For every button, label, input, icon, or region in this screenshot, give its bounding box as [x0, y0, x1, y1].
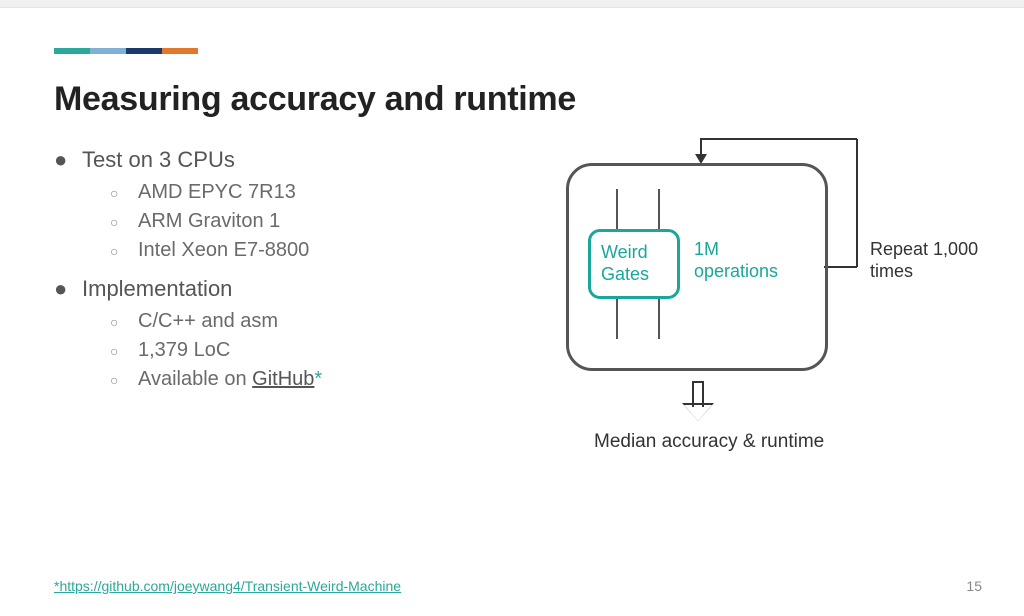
footnote-link[interactable]: *https://github.com/joeywang4/Transient-…: [54, 578, 401, 594]
circle-icon: ○: [110, 214, 138, 230]
list-item: ○AMD EPYC 7R13: [110, 181, 524, 204]
page-number: 15: [966, 578, 982, 594]
outline-arrow-down-icon: [686, 381, 710, 421]
list-item: ○1,379 LoC: [110, 339, 524, 362]
repeat-label: Repeat 1,000 times: [870, 239, 978, 282]
accent-seg-navy: [126, 48, 162, 54]
diagram: Weird Gates 1M operations Repeat 1,000 t…: [554, 139, 984, 469]
bullet-impl: ● Implementation ○C/C++ and asm ○1,379 L…: [54, 276, 524, 391]
weird-gates-l1: Weird: [601, 242, 677, 264]
impl-github-row: Available on GitHub*: [138, 368, 322, 391]
loop-wire: [700, 138, 857, 140]
repeat-l2: times: [870, 261, 978, 283]
github-asterisk: *: [314, 368, 322, 390]
loop-wire: [824, 266, 857, 268]
list-item: ○ Available on GitHub*: [110, 368, 524, 391]
circle-icon: ○: [110, 185, 138, 201]
median-label: Median accuracy & runtime: [594, 431, 824, 453]
wire: [616, 299, 618, 339]
slide-title: Measuring accuracy and runtime: [54, 80, 970, 119]
impl-item-label: C/C++ and asm: [138, 310, 278, 333]
accent-seg-teal: [54, 48, 90, 54]
accent-seg-orange: [162, 48, 198, 54]
slide: Measuring accuracy and runtime ● Test on…: [0, 48, 1024, 616]
bullet-cpus-label: Test on 3 CPUs: [82, 147, 235, 173]
impl-item-label: 1,379 LoC: [138, 339, 230, 362]
impl-github-prefix: Available on: [138, 368, 252, 390]
one-m-label: 1M operations: [694, 239, 778, 282]
diagram-column: Weird Gates 1M operations Repeat 1,000 t…: [544, 147, 970, 405]
circle-icon: ○: [110, 243, 138, 259]
circle-icon: ○: [110, 372, 138, 388]
weird-gates-l2: Gates: [601, 264, 677, 286]
loop-wire: [856, 139, 858, 267]
repeat-l1: Repeat 1,000: [870, 239, 978, 261]
wire: [658, 189, 660, 229]
bullet-dot-icon: ●: [54, 276, 82, 302]
bullet-column: ● Test on 3 CPUs ○AMD EPYC 7R13 ○ARM Gra…: [54, 147, 524, 405]
content-row: ● Test on 3 CPUs ○AMD EPYC 7R13 ○ARM Gra…: [54, 147, 970, 405]
github-link[interactable]: GitHub: [252, 368, 314, 390]
one-m-l1: 1M: [694, 239, 778, 261]
accent-bar: [54, 48, 198, 54]
list-item: ○C/C++ and asm: [110, 310, 524, 333]
list-item: ○ARM Graviton 1: [110, 210, 524, 233]
bullet-dot-icon: ●: [54, 147, 82, 173]
one-m-l2: operations: [694, 261, 778, 283]
bullet-impl-label: Implementation: [82, 276, 232, 302]
cpu-item-label: ARM Graviton 1: [138, 210, 280, 233]
wire: [658, 299, 660, 339]
accent-seg-lightblue: [90, 48, 126, 54]
circle-icon: ○: [110, 314, 138, 330]
circle-icon: ○: [110, 343, 138, 359]
cpu-item-label: Intel Xeon E7-8800: [138, 239, 309, 262]
browser-chrome-bar: [0, 0, 1024, 8]
list-item: ○Intel Xeon E7-8800: [110, 239, 524, 262]
wire: [616, 189, 618, 229]
weird-gates-box: Weird Gates: [588, 229, 680, 299]
cpu-item-label: AMD EPYC 7R13: [138, 181, 296, 204]
bullet-cpus: ● Test on 3 CPUs ○AMD EPYC 7R13 ○ARM Gra…: [54, 147, 524, 262]
